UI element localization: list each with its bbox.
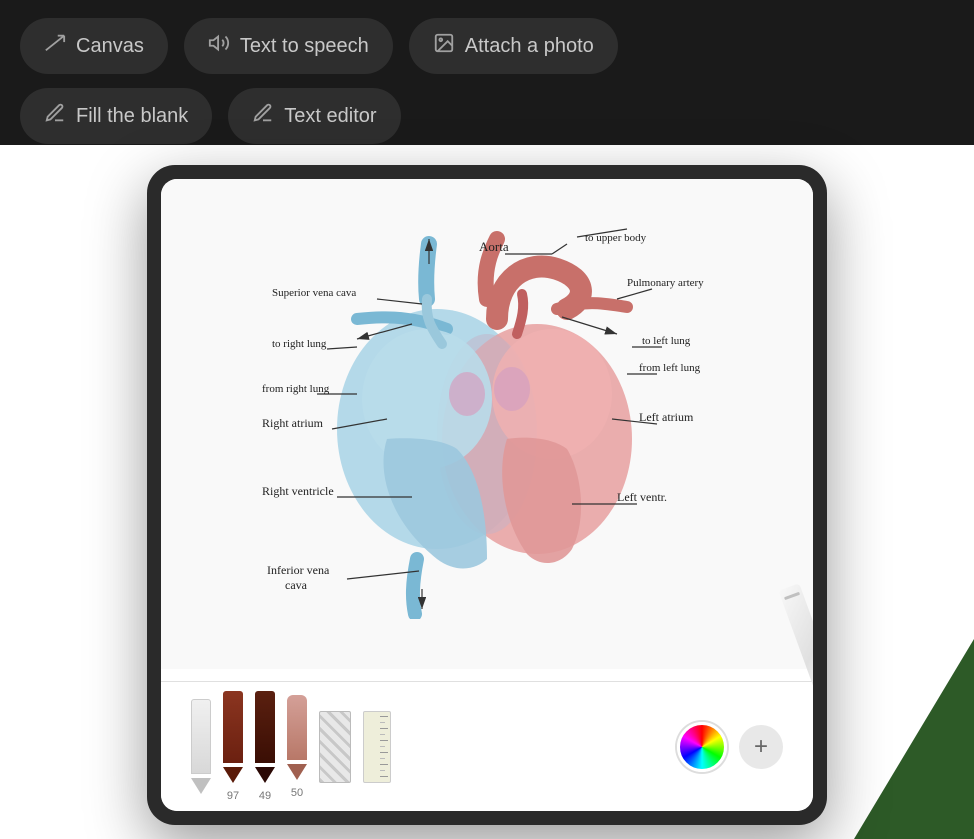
pen-red-label: 97 <box>227 790 239 802</box>
text-editor-button[interactable]: Text editor <box>228 88 400 144</box>
pen-pink-tip <box>287 764 307 780</box>
svg-text:cava: cava <box>285 578 308 592</box>
add-icon: + <box>754 733 768 761</box>
content-area: Aorta to upper body Pulmonary artery Sup… <box>0 145 974 839</box>
heart-diagram-svg: Aorta to upper body Pulmonary artery Sup… <box>257 199 717 619</box>
fill-blank-button[interactable]: Fill the blank <box>20 88 212 144</box>
pen-tool-red[interactable]: 97 <box>223 691 243 802</box>
svg-text:to upper body: to upper body <box>585 232 647 244</box>
svg-text:Inferior vena: Inferior vena <box>267 563 330 577</box>
pen-darkred-body <box>255 691 275 763</box>
pen-darkred-tip <box>255 767 275 783</box>
diagram-area[interactable]: Aorta to upper body Pulmonary artery Sup… <box>161 179 813 669</box>
eraser-body <box>319 711 351 783</box>
toolbar-row-2: Fill the blank Text editor <box>20 88 954 144</box>
canvas-label: Canvas <box>76 35 144 58</box>
svg-text:Right atrium: Right atrium <box>262 416 324 430</box>
svg-text:from right lung: from right lung <box>262 383 330 395</box>
speaker-icon <box>208 32 230 60</box>
svg-text:Superior vena cava: Superior vena cava <box>272 287 356 299</box>
svg-text:from left lung: from left lung <box>639 362 701 374</box>
tablet-screen: Aorta to upper body Pulmonary artery Sup… <box>161 179 813 811</box>
pencil-band <box>784 592 800 600</box>
attach-photo-label: Attach a photo <box>465 35 594 58</box>
svg-text:Pulmonary artery: Pulmonary artery <box>627 277 704 289</box>
svg-text:Right ventricle: Right ventricle <box>262 484 334 498</box>
fill-blank-icon <box>44 102 66 130</box>
svg-text:to left lung: to left lung <box>642 335 691 347</box>
text-editor-icon <box>252 102 274 130</box>
svg-text:Left atrium: Left atrium <box>639 410 694 424</box>
tablet-drawing-toolbar: 97 49 50 <box>161 681 813 811</box>
svg-text:to right lung: to right lung <box>272 338 327 350</box>
color-wheel-button[interactable] <box>677 722 727 772</box>
pen-tool-darkred[interactable]: 49 <box>255 691 275 802</box>
pen-white-body <box>191 699 211 774</box>
ruler-marks <box>380 716 388 777</box>
svg-text:Aorta: Aorta <box>479 239 509 254</box>
image-icon <box>433 32 455 60</box>
toolbar-row-1: Canvas Text to speech Attach a photo <box>20 18 954 74</box>
add-tool-button[interactable]: + <box>739 725 783 769</box>
pen-tool-pink[interactable]: 50 <box>287 695 307 799</box>
pen-tool-white[interactable] <box>191 699 211 794</box>
fill-blank-label: Fill the blank <box>76 105 188 128</box>
ruler-tool[interactable] <box>363 711 391 783</box>
tablet-device: Aorta to upper body Pulmonary artery Sup… <box>147 165 827 825</box>
text-editor-label: Text editor <box>284 105 376 128</box>
pen-pink-label: 50 <box>291 787 303 799</box>
canvas-icon <box>44 32 66 60</box>
pen-pink-body <box>287 695 307 760</box>
green-corner-decoration <box>854 639 974 839</box>
attach-photo-button[interactable]: Attach a photo <box>409 18 618 74</box>
ruler-body <box>363 711 391 783</box>
canvas-button[interactable]: Canvas <box>20 18 168 74</box>
pen-red-tip <box>223 767 243 783</box>
pen-white-tip <box>191 778 211 794</box>
text-to-speech-button[interactable]: Text to speech <box>184 18 393 74</box>
pen-darkred-label: 49 <box>259 790 271 802</box>
text-to-speech-label: Text to speech <box>240 35 369 58</box>
toolbar: Canvas Text to speech Attach a photo <box>0 0 974 156</box>
pen-red-body <box>223 691 243 763</box>
eraser-tool[interactable] <box>319 711 351 783</box>
svg-text:Left ventr.: Left ventr. <box>617 490 667 504</box>
